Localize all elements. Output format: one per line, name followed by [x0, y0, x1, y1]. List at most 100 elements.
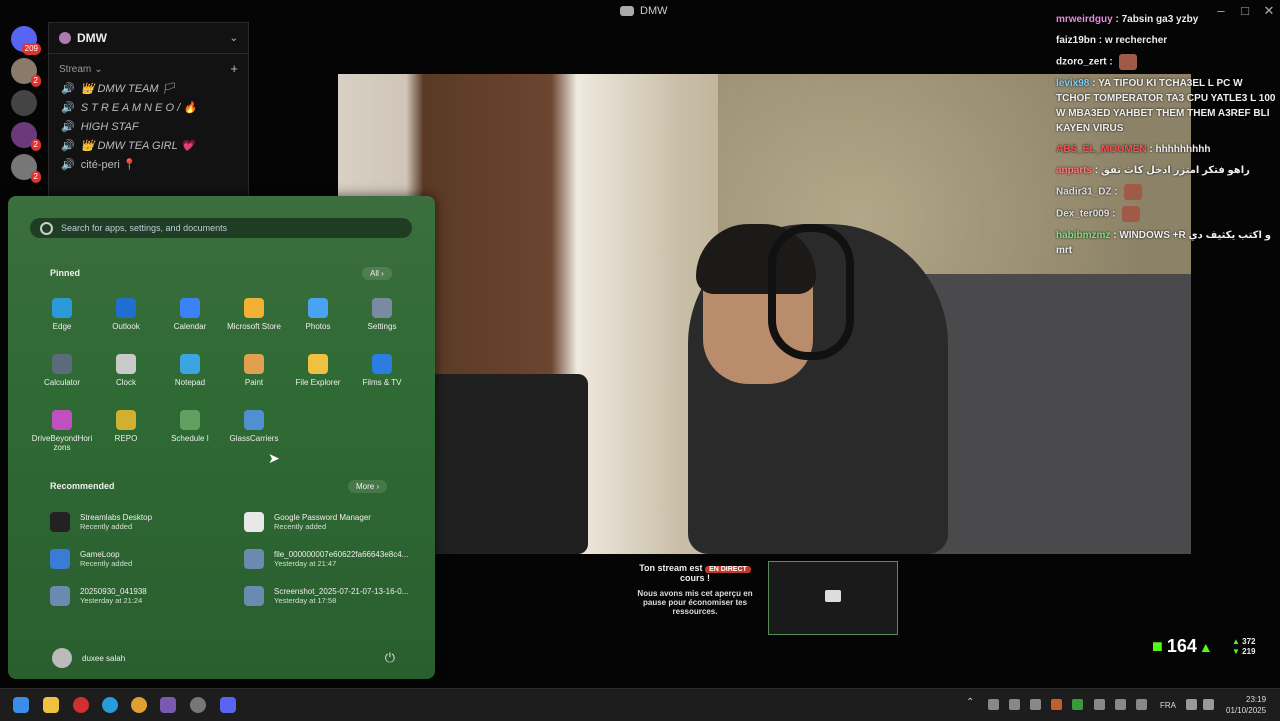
tray-icon[interactable]	[1094, 699, 1105, 710]
opera-icon[interactable]	[73, 697, 89, 713]
chat-username[interactable]: Nadir31_DZ	[1056, 187, 1112, 198]
chat-text: YA TIFOU KI TCHA3EL L PC W TCHOF TOMPERA…	[1056, 78, 1276, 134]
app-icon[interactable]	[160, 697, 176, 713]
channel-category[interactable]: Stream ⌄ +	[49, 54, 248, 79]
channel-item[interactable]: 🔊 S T R E A M N E O / 🔥	[49, 98, 248, 117]
recommended-item[interactable]: 20250930_041938 Yesterday at 21:24	[50, 583, 230, 609]
chevron-up-icon[interactable]: ⌃	[966, 697, 974, 708]
pinned-app[interactable]: DriveBeyondHorizons	[30, 410, 94, 452]
chat-message: ABS_EL_MOUMEN : hhhhhhhhh	[1056, 144, 1211, 155]
tray-icon[interactable]	[1051, 699, 1062, 710]
pinned-app[interactable]: Films & TV	[350, 354, 414, 387]
chat-username[interactable]: levix98	[1056, 78, 1089, 89]
file-explorer-icon[interactable]	[43, 697, 59, 713]
pinned-app-label: Calendar	[173, 322, 207, 331]
edge-icon	[52, 298, 72, 318]
recommended-subtitle: Recently added	[274, 522, 327, 531]
tray-icon[interactable]	[1030, 699, 1041, 710]
avatar[interactable]	[52, 648, 72, 668]
chat-username[interactable]: Dex_ter009	[1056, 209, 1109, 220]
edge-icon[interactable]	[102, 697, 118, 713]
paint-icon	[244, 354, 264, 374]
schedule-icon	[180, 410, 200, 430]
search-input[interactable]	[59, 222, 393, 234]
pinned-app[interactable]: Photos	[286, 298, 350, 331]
pinned-app-label: Edge	[52, 322, 72, 331]
recommended-subtitle: Yesterday at 21:24	[80, 596, 143, 605]
server-icon[interactable]: 2	[11, 58, 41, 87]
chat-message: levix98 : YA TIFOU KI TCHA3EL L PC W TCH…	[1056, 78, 1276, 134]
chat-message: Dex_ter009 :	[1056, 206, 1276, 222]
server-icon[interactable]	[11, 90, 37, 116]
chat-username[interactable]: ABS_EL_MOUMEN	[1056, 144, 1147, 155]
pinned-app[interactable]: Calculator	[30, 354, 94, 387]
pinned-app[interactable]: Microsoft Store	[222, 298, 286, 331]
viewer-number: 164	[1166, 636, 1197, 656]
pinned-app[interactable]: Settings	[350, 298, 414, 331]
pinned-app[interactable]: Paint	[222, 354, 286, 387]
obs-icon[interactable]	[190, 697, 206, 713]
add-channel-icon[interactable]: +	[230, 62, 238, 75]
user-name[interactable]: duxee salah	[82, 654, 125, 663]
chat-username[interactable]: dzoro_zert	[1056, 57, 1107, 68]
language-indicator[interactable]: FRA	[1160, 701, 1176, 710]
tray-icon[interactable]	[988, 699, 999, 710]
recommended-item[interactable]: Screenshot_2025-07-21-07-13-16-0... Yeste…	[244, 583, 424, 609]
pinned-app[interactable]: Schedule I	[158, 410, 222, 443]
sub-stats: ▲ 372 ▼ 219	[1232, 637, 1256, 657]
power-icon[interactable]: ⏻	[385, 650, 395, 666]
volume-icon[interactable]	[1203, 699, 1214, 710]
recommended-item[interactable]: file_000000007e60622fa66643e8c4... Yester…	[244, 546, 424, 572]
mouse-cursor-icon: ➤	[268, 450, 280, 466]
speaker-icon: 🔊	[61, 102, 75, 114]
pinned-app[interactable]: GlassCarriers	[222, 410, 286, 443]
channel-item[interactable]: 🔊 👑 DMW TEAM 🏳	[49, 79, 248, 98]
home-server-icon[interactable]: 209	[11, 26, 41, 55]
recommended-item[interactable]: Streamlabs Desktop Recently added	[50, 509, 230, 535]
chat-username[interactable]: faiz19bn	[1056, 35, 1096, 46]
server-header[interactable]: DMW ⌄	[49, 23, 248, 54]
chevron-down-icon[interactable]: ⌄	[230, 33, 238, 44]
calculator-icon	[52, 354, 72, 374]
pinned-app-label: Photos	[305, 322, 331, 331]
server-icon[interactable]: 2	[11, 154, 41, 183]
chat-message: Nadir31_DZ :	[1056, 184, 1276, 200]
live-badge: EN DIRECT	[705, 566, 751, 573]
tray-icon[interactable]	[1136, 699, 1147, 710]
recommended-title-text: GameLoop	[80, 550, 120, 559]
channel-item[interactable]: 🔊 👑 DMW TEA GIRL 💗	[49, 136, 248, 155]
more-button[interactable]: More ›	[348, 480, 388, 493]
chrome-icon[interactable]	[131, 697, 147, 713]
channel-item[interactable]: 🔊 HIGH STAF	[49, 117, 248, 136]
recommended-item[interactable]: Google Password Manager Recently added	[244, 509, 424, 535]
chat-username[interactable]: mrweirdguy	[1056, 14, 1113, 25]
chat-username[interactable]: habibmzmz	[1056, 230, 1110, 241]
pinned-app[interactable]: Outlook	[94, 298, 158, 331]
pinned-app[interactable]: Clock	[94, 354, 158, 387]
network-icon[interactable]	[1186, 699, 1197, 710]
channel-item[interactable]: 🔊 cité-peri 📍	[49, 155, 248, 174]
discord-icon[interactable]	[220, 697, 236, 713]
pinned-app[interactable]: REPO	[94, 410, 158, 443]
tray-icon[interactable]	[1115, 699, 1126, 710]
windows-start-icon[interactable]	[13, 697, 29, 713]
server-icon[interactable]: 2	[11, 122, 41, 151]
all-apps-button[interactable]: All ›	[362, 267, 392, 280]
channel-label: 👑 DMW TEAM 🏳	[80, 83, 176, 95]
chevron-down-icon: ⌄	[94, 64, 103, 75]
emote-icon	[1119, 54, 1138, 70]
pinned-app[interactable]: Calendar	[158, 298, 222, 331]
pinned-app[interactable]: File Explorer	[286, 354, 350, 387]
channel-label: 👑 DMW TEA GIRL 💗	[80, 140, 195, 152]
pinned-app[interactable]: Edge	[30, 298, 94, 331]
stream-preview[interactable]	[768, 561, 898, 635]
clock[interactable]: 23:19 01/10/2025	[1226, 694, 1266, 716]
pinned-app[interactable]: Notepad	[158, 354, 222, 387]
tray-icon[interactable]	[1009, 699, 1020, 710]
search-bar[interactable]	[30, 218, 412, 238]
recommended-title-text: 20250930_041938	[80, 587, 147, 596]
channel-label: S T R E A M N E O / 🔥	[80, 102, 197, 114]
chat-username[interactable]: anparts	[1056, 165, 1092, 176]
recommended-item[interactable]: GameLoop Recently added	[50, 546, 230, 572]
tray-icon[interactable]	[1072, 699, 1083, 710]
